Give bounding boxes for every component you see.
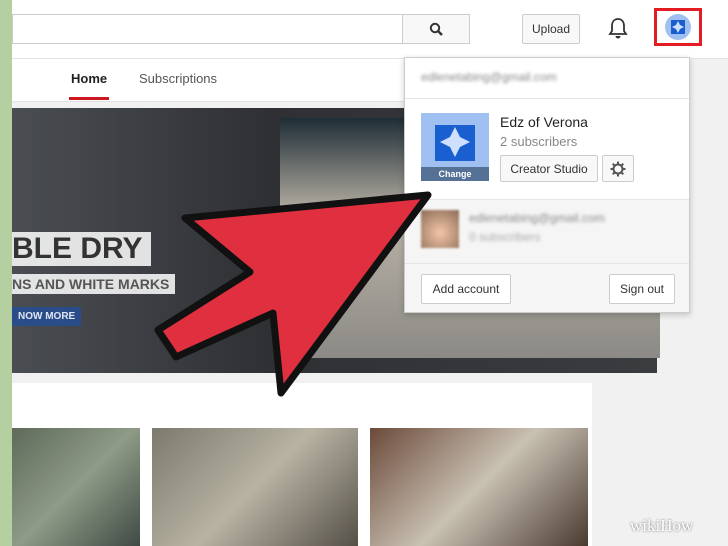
pointer-arrow-annotation — [154, 191, 432, 397]
wikihow-watermark: wikiHow — [630, 516, 694, 535]
